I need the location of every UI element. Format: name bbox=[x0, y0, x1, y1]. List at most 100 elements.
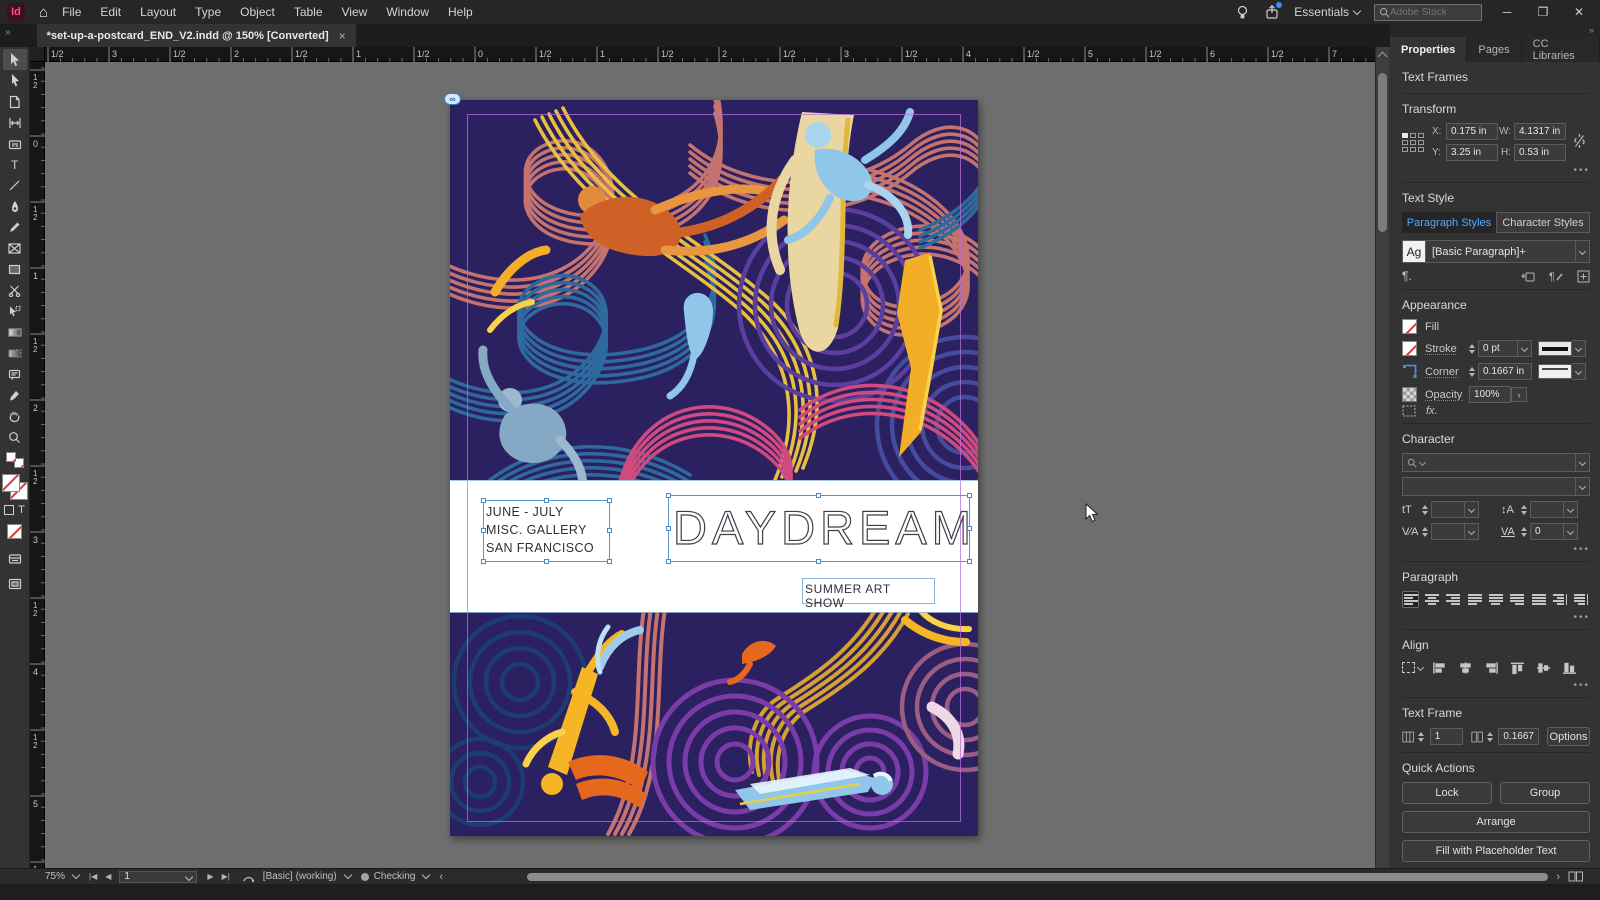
adobe-stock-search[interactable] bbox=[1374, 3, 1482, 21]
document-tab[interactable]: *set-up-a-postcard_END_V2.indd @ 150% [C… bbox=[36, 24, 356, 47]
menu-object[interactable]: Object bbox=[240, 5, 275, 19]
align-vertical-centers-button[interactable] bbox=[1533, 659, 1553, 676]
justify-all-button[interactable] bbox=[1530, 591, 1547, 608]
menu-layout[interactable]: Layout bbox=[140, 5, 176, 19]
menu-table[interactable]: Table bbox=[294, 5, 323, 19]
view-options-button[interactable] bbox=[3, 548, 27, 569]
headline-text-frame[interactable]: DAYDREAM bbox=[666, 493, 972, 564]
corner-radius-stepper[interactable] bbox=[1469, 366, 1478, 377]
scroll-right-icon[interactable]: › bbox=[1556, 871, 1560, 883]
paragraph-styles-tab[interactable]: Paragraph Styles bbox=[1402, 212, 1496, 233]
eyedropper-tool[interactable] bbox=[3, 385, 27, 406]
align-left-edges-button[interactable] bbox=[1429, 659, 1449, 676]
corner-radius-input[interactable]: 0.1667 in bbox=[1478, 363, 1532, 380]
font-size-stepper[interactable] bbox=[1422, 504, 1431, 515]
note-tool[interactable] bbox=[3, 364, 27, 385]
home-icon[interactable]: ⌂ bbox=[39, 4, 48, 21]
previous-page-button[interactable]: ◀ bbox=[105, 872, 111, 881]
preflight-profile-select[interactable]: [Basic] (working) bbox=[263, 870, 352, 882]
spread-view-icon[interactable] bbox=[1568, 871, 1584, 882]
align-center-button[interactable] bbox=[1423, 591, 1440, 608]
apply-none-button[interactable] bbox=[6, 524, 22, 539]
panel-expand-icon[interactable]: » bbox=[5, 27, 11, 38]
fill-swatch[interactable] bbox=[1, 474, 20, 492]
menu-edit[interactable]: Edit bbox=[100, 5, 121, 19]
lock-button[interactable]: Lock bbox=[1402, 782, 1492, 804]
opacity-label[interactable]: Opacity bbox=[1425, 389, 1469, 401]
minimize-button[interactable]: ─ bbox=[1496, 5, 1518, 19]
leading-chevron[interactable] bbox=[1564, 501, 1578, 518]
selection-handle[interactable] bbox=[816, 559, 821, 564]
font-style-chevron[interactable] bbox=[1576, 477, 1590, 496]
page-tool[interactable] bbox=[3, 91, 27, 112]
dates-text-frame[interactable]: JUNE - JULY MISC. GALLERY SAN FRANCISCO bbox=[481, 498, 612, 564]
last-page-button[interactable]: ▶| bbox=[222, 872, 230, 881]
rectangle-tool[interactable] bbox=[3, 259, 27, 280]
align-away-from-spine-button[interactable] bbox=[1573, 591, 1590, 608]
horizontal-scroll-thumb[interactable] bbox=[527, 872, 1549, 881]
align-bottom-edges-button[interactable] bbox=[1559, 659, 1579, 676]
selection-handle[interactable] bbox=[481, 559, 486, 564]
selection-handle[interactable] bbox=[607, 528, 612, 533]
selection-tool[interactable] bbox=[2, 49, 27, 70]
x-input[interactable]: 0.175 in bbox=[1446, 123, 1498, 140]
menu-help[interactable]: Help bbox=[448, 5, 473, 19]
columns-input[interactable]: 1 bbox=[1429, 728, 1463, 745]
workspace-switcher[interactable]: Essentials bbox=[1294, 5, 1362, 19]
link-badge-icon[interactable]: ∞ bbox=[444, 93, 461, 105]
gradient-feather-tool[interactable] bbox=[3, 343, 27, 364]
menu-file[interactable]: File bbox=[62, 5, 81, 19]
zoom-level-select[interactable]: 75% bbox=[45, 870, 81, 882]
align-towards-spine-button[interactable] bbox=[1551, 591, 1568, 608]
width-input[interactable]: 4.1317 in bbox=[1514, 123, 1566, 140]
selection-handle[interactable] bbox=[666, 493, 671, 498]
pilcrow-icon[interactable]: ¶. bbox=[1402, 269, 1412, 283]
align-right-edges-button[interactable] bbox=[1481, 659, 1501, 676]
spell-status-select[interactable]: Checking bbox=[374, 870, 431, 882]
corner-label[interactable]: Corner bbox=[1425, 366, 1469, 378]
selection-handle[interactable] bbox=[967, 493, 972, 498]
paragraph-more-options[interactable]: ••• bbox=[1402, 612, 1590, 623]
kerning-stepper[interactable] bbox=[1422, 526, 1431, 537]
selection-handle[interactable] bbox=[481, 498, 486, 503]
selection-handle[interactable] bbox=[481, 528, 486, 533]
horizontal-scrollbar[interactable] bbox=[459, 872, 1549, 882]
font-family-chevron[interactable] bbox=[1576, 453, 1590, 472]
justify-left-button[interactable] bbox=[1466, 591, 1483, 608]
paragraph-style-select[interactable]: [Basic Paragraph]+ bbox=[1426, 240, 1576, 263]
restore-button[interactable]: ❐ bbox=[1532, 5, 1554, 19]
arrange-button[interactable]: Arrange bbox=[1402, 811, 1590, 833]
postcard-document[interactable]: JUNE - JULY MISC. GALLERY SAN FRANCISCO … bbox=[444, 93, 978, 836]
screen-mode-button[interactable] bbox=[3, 573, 27, 594]
stroke-style-chevron[interactable] bbox=[1572, 340, 1586, 357]
close-button[interactable]: ✕ bbox=[1568, 5, 1590, 19]
character-more-options[interactable]: ••• bbox=[1402, 544, 1590, 555]
edit-style-icon[interactable]: ¶ bbox=[1549, 270, 1563, 282]
font-size-input[interactable] bbox=[1431, 501, 1465, 518]
selection-handle[interactable] bbox=[816, 493, 821, 498]
create-style-icon[interactable] bbox=[1577, 270, 1590, 283]
fill-stroke-indicator[interactable] bbox=[1, 474, 28, 500]
selection-handle[interactable] bbox=[543, 498, 549, 503]
leading-stepper[interactable] bbox=[1521, 504, 1530, 515]
scroll-up-icon[interactable] bbox=[1377, 51, 1388, 62]
tab-pages[interactable]: Pages bbox=[1467, 37, 1522, 62]
share-icon[interactable] bbox=[1264, 2, 1283, 20]
text-frame-options-button[interactable]: Options bbox=[1546, 727, 1591, 746]
fill-stroke-small-indicator[interactable] bbox=[5, 452, 24, 468]
height-input[interactable]: 0.53 in bbox=[1514, 144, 1566, 161]
panel-collapse-icon[interactable]: » bbox=[1589, 25, 1594, 35]
constrain-proportions-broken-link-icon[interactable] bbox=[1573, 133, 1586, 152]
pencil-tool[interactable] bbox=[3, 217, 27, 238]
fill-color-swatch[interactable] bbox=[1402, 319, 1417, 334]
selection-handle[interactable] bbox=[666, 525, 671, 531]
justify-right-button[interactable] bbox=[1509, 591, 1526, 608]
stroke-weight-chevron[interactable] bbox=[1518, 340, 1532, 357]
learn-lightbulb-icon[interactable] bbox=[1234, 4, 1250, 20]
vertical-scroll-thumb[interactable] bbox=[1378, 73, 1387, 232]
align-more-options[interactable]: ••• bbox=[1402, 680, 1590, 691]
selection-handle[interactable] bbox=[967, 525, 972, 531]
font-size-chevron[interactable] bbox=[1465, 501, 1479, 518]
gradient-swatch-tool[interactable] bbox=[3, 322, 27, 343]
y-input[interactable]: 3.25 in bbox=[1446, 144, 1498, 161]
